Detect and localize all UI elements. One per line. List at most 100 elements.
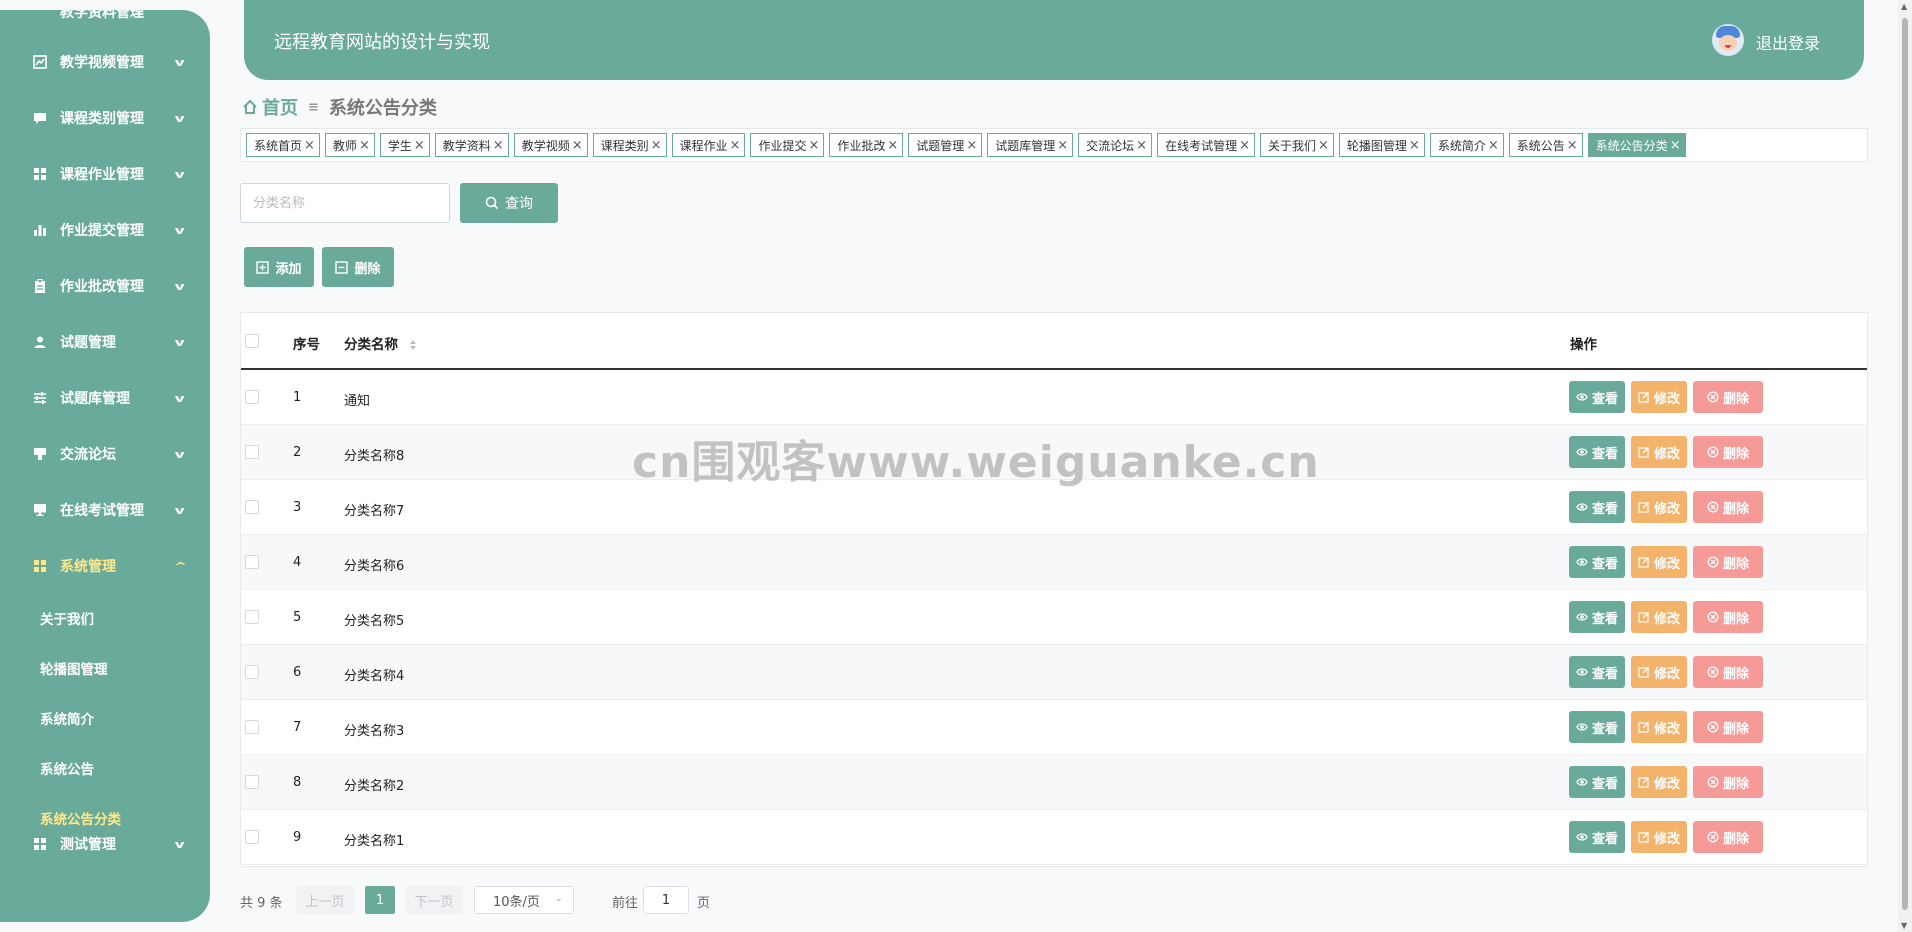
close-icon[interactable]: ×	[1670, 138, 1681, 153]
edit-button[interactable]: 修改	[1631, 546, 1687, 578]
view-button[interactable]: 查看	[1569, 436, 1625, 468]
edit-button[interactable]: 修改	[1631, 381, 1687, 413]
tab-tag[interactable]: 关于我们 ×	[1259, 133, 1334, 157]
close-icon[interactable]: ×	[493, 138, 504, 153]
tab-tag[interactable]: 教学视频 ×	[513, 133, 588, 157]
row-checkbox[interactable]	[245, 665, 259, 679]
view-button[interactable]: 查看	[1569, 821, 1625, 853]
tab-tag[interactable]: 课程作业 ×	[671, 133, 746, 157]
sidebar-item-7[interactable]: 交流论坛 v	[0, 426, 210, 482]
sidebar-item-3[interactable]: 作业提交管理 v	[0, 202, 210, 258]
logout-button[interactable]: 退出登录	[1756, 30, 1820, 54]
sidebar-subitem-0[interactable]: 关于我们	[40, 593, 94, 643]
next-page-button[interactable]: 下一页	[405, 886, 463, 914]
row-checkbox[interactable]	[245, 830, 259, 844]
select-all-checkbox[interactable]	[245, 334, 259, 348]
sidebar-item-0[interactable]: 教学视频管理 v	[0, 34, 210, 90]
delete-button[interactable]: 删除	[1693, 436, 1763, 468]
batch-delete-button[interactable]: 删除	[322, 247, 394, 287]
sidebar-item-4[interactable]: 作业批改管理 v	[0, 258, 210, 314]
tab-tag[interactable]: 轮播图管理 ×	[1338, 133, 1425, 157]
page-scrollbar[interactable]: ▲ ▼	[1898, 0, 1912, 932]
sidebar-subitem-3[interactable]: 系统公告	[40, 743, 94, 793]
tab-tag[interactable]: 试题管理 ×	[908, 133, 983, 157]
edit-button[interactable]: 修改	[1631, 821, 1687, 853]
tab-tag[interactable]: 系统首页 ×	[246, 133, 320, 157]
edit-button[interactable]: 修改	[1631, 766, 1687, 798]
view-button[interactable]: 查看	[1569, 601, 1625, 633]
close-icon[interactable]: ×	[1136, 138, 1147, 153]
close-icon[interactable]: ×	[1318, 138, 1329, 153]
sidebar-item-8[interactable]: 在线考试管理 v	[0, 482, 210, 538]
delete-button[interactable]: 删除	[1693, 766, 1763, 798]
edit-button[interactable]: 修改	[1631, 711, 1687, 743]
edit-button[interactable]: 修改	[1631, 436, 1687, 468]
view-button[interactable]: 查看	[1569, 491, 1625, 523]
sidebar-item-partial[interactable]: 教学资料管理	[60, 10, 144, 22]
close-icon[interactable]: ×	[887, 138, 898, 153]
prev-page-button[interactable]: 上一页	[296, 886, 354, 914]
sidebar-subitem-4[interactable]: 系统公告分类	[40, 793, 121, 843]
row-checkbox[interactable]	[245, 555, 259, 569]
sidebar-item-9[interactable]: 系统管理 ^	[0, 538, 210, 594]
close-icon[interactable]: ×	[359, 138, 370, 153]
tab-tag[interactable]: 教学资料 ×	[434, 133, 509, 157]
close-icon[interactable]: ×	[1488, 138, 1499, 153]
sidebar-item-6[interactable]: 试题库管理 v	[0, 370, 210, 426]
page-size-select[interactable]: 10条/页 ⌄	[474, 886, 574, 914]
column-header-name[interactable]: 分类名称	[344, 333, 417, 353]
tab-tag[interactable]: 作业提交 ×	[750, 133, 825, 157]
tab-tag[interactable]: 交流论坛 ×	[1078, 133, 1153, 157]
tab-tag[interactable]: 在线考试管理 ×	[1157, 133, 1255, 157]
edit-button[interactable]: 修改	[1631, 656, 1687, 688]
close-icon[interactable]: ×	[966, 138, 977, 153]
goto-page-input[interactable]	[643, 886, 689, 914]
delete-button[interactable]: 删除	[1693, 601, 1763, 633]
close-icon[interactable]: ×	[808, 138, 819, 153]
delete-button[interactable]: 删除	[1693, 491, 1763, 523]
sidebar-item-1[interactable]: 课程类别管理 v	[0, 90, 210, 146]
edit-button[interactable]: 修改	[1631, 491, 1687, 523]
close-icon[interactable]: ×	[651, 138, 662, 153]
view-button[interactable]: 查看	[1569, 711, 1625, 743]
sidebar-item-5[interactable]: 试题管理 v	[0, 314, 210, 370]
row-checkbox[interactable]	[245, 390, 259, 404]
view-button[interactable]: 查看	[1569, 656, 1625, 688]
delete-button[interactable]: 删除	[1693, 546, 1763, 578]
view-button[interactable]: 查看	[1569, 381, 1625, 413]
delete-button[interactable]: 删除	[1693, 656, 1763, 688]
delete-button[interactable]: 删除	[1693, 381, 1763, 413]
tab-tag[interactable]: 系统公告 ×	[1508, 133, 1583, 157]
close-icon[interactable]: ×	[572, 138, 583, 153]
tab-tag[interactable]: 系统简介 ×	[1429, 133, 1504, 157]
delete-button[interactable]: 删除	[1693, 821, 1763, 853]
avatar[interactable]	[1712, 24, 1744, 56]
tab-tag[interactable]: 学生 ×	[379, 133, 430, 157]
close-icon[interactable]: ×	[304, 138, 315, 153]
close-icon[interactable]: ×	[730, 138, 741, 153]
tab-tag[interactable]: 课程类别 ×	[592, 133, 667, 157]
close-icon[interactable]: ×	[1057, 138, 1068, 153]
scrollbar-thumb[interactable]	[1902, 18, 1908, 910]
close-icon[interactable]: ×	[414, 138, 425, 153]
close-icon[interactable]: ×	[1409, 138, 1420, 153]
delete-button[interactable]: 删除	[1693, 711, 1763, 743]
edit-button[interactable]: 修改	[1631, 601, 1687, 633]
view-button[interactable]: 查看	[1569, 546, 1625, 578]
query-button[interactable]: 查询	[460, 183, 558, 223]
scroll-up-icon[interactable]: ▲	[1901, 2, 1907, 11]
row-checkbox[interactable]	[245, 500, 259, 514]
row-checkbox[interactable]	[245, 720, 259, 734]
tab-tag[interactable]: 系统公告分类 ×	[1587, 133, 1686, 157]
view-button[interactable]: 查看	[1569, 766, 1625, 798]
close-icon[interactable]: ×	[1239, 138, 1250, 153]
sort-icon[interactable]	[409, 339, 417, 351]
tab-tag[interactable]: 作业批改 ×	[829, 133, 904, 157]
tab-tag[interactable]: 试题库管理 ×	[987, 133, 1074, 157]
page-number-current[interactable]: 1	[365, 886, 395, 914]
scroll-down-icon[interactable]: ▼	[1901, 921, 1907, 930]
sidebar-item-2[interactable]: 课程作业管理 v	[0, 146, 210, 202]
sidebar-subitem-2[interactable]: 系统简介	[40, 693, 94, 743]
tab-tag[interactable]: 教师 ×	[324, 133, 375, 157]
row-checkbox[interactable]	[245, 775, 259, 789]
